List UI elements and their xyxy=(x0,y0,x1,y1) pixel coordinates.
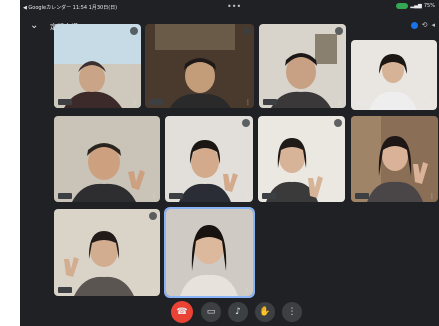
participant-tile-2[interactable]: ⋮ xyxy=(145,24,254,108)
participant-video-9 xyxy=(166,209,253,296)
participant-name-1 xyxy=(58,99,72,105)
participant-name-3 xyxy=(263,99,277,105)
tile-more-icon[interactable]: ⋮ xyxy=(151,194,157,200)
participant-name-6 xyxy=(262,193,276,199)
participant-tile-1[interactable]: ⋮ xyxy=(54,24,141,108)
raise-hand-icon: ✋ xyxy=(259,307,271,317)
mic-off-icon xyxy=(243,27,251,35)
mic-off-icon xyxy=(335,27,343,35)
tile-more-icon[interactable]: ⋮ xyxy=(244,194,250,200)
mic-off-icon xyxy=(149,212,157,220)
call-controls: ☎ ▭ ♪ ✋ ⋮ xyxy=(20,298,439,326)
account-avatar[interactable] xyxy=(410,21,418,29)
participant-tile-4[interactable]: ⋮ xyxy=(54,116,160,202)
camera-icon: ▭ xyxy=(206,307,216,317)
tile-more-icon[interactable]: ⋮ xyxy=(337,100,343,106)
participant-tile-3[interactable]: ⋮ xyxy=(259,24,346,108)
participant-tile-5[interactable]: ⋮ xyxy=(165,116,253,202)
participant-name-8 xyxy=(58,287,72,293)
microphone-icon: ♪ xyxy=(235,307,241,317)
mic-off-icon xyxy=(242,119,250,127)
leave-call-button[interactable]: ☎ xyxy=(171,301,193,323)
participant-video-3 xyxy=(259,24,346,108)
meet-window: ◀ Googleカレンダー 11:54 1月30日(日) ••• ▂▄▆ 75%… xyxy=(20,0,439,326)
mic-off-icon xyxy=(130,27,138,35)
mic-off-icon xyxy=(334,119,342,127)
status-center-dots: ••• xyxy=(227,2,242,11)
participant-name-5 xyxy=(169,193,183,199)
tile-more-icon[interactable]: ⋮ xyxy=(245,100,251,106)
participant-tile-8[interactable]: ⋮ xyxy=(54,209,160,296)
tile-more-icon[interactable]: ⋮ xyxy=(132,100,138,106)
tile-more-icon[interactable]: ⋮ xyxy=(336,194,342,200)
more-options-button[interactable]: ⋮ xyxy=(282,302,302,322)
more-vert-icon: ⋮ xyxy=(287,307,297,317)
participant-name-4 xyxy=(58,193,72,199)
participant-video-7 xyxy=(351,116,438,202)
signal-icon: ▂▄▆ xyxy=(410,3,422,9)
microphone-toggle-button[interactable]: ♪ xyxy=(228,302,248,322)
self-tile[interactable]: あなた ✦ xyxy=(351,40,437,110)
participant-tile-7[interactable]: ⋮ xyxy=(351,116,438,202)
audio-output-icon[interactable]: ◂ xyxy=(431,21,435,29)
participant-video-5 xyxy=(165,116,253,202)
raise-hand-button[interactable]: ✋ xyxy=(255,302,275,322)
battery-charging-icon xyxy=(396,3,409,9)
camera-switch-icon[interactable]: ⟲ xyxy=(422,21,428,29)
self-name-label: あなた xyxy=(356,100,375,107)
participant-name-7 xyxy=(355,193,369,199)
tile-more-icon[interactable]: ⋮ xyxy=(151,288,157,294)
participant-video-8 xyxy=(54,209,160,296)
battery-percent: 75% xyxy=(423,3,435,9)
participant-video-1 xyxy=(54,24,141,108)
tile-more-icon[interactable]: ⋮ xyxy=(244,288,250,294)
participant-video-4 xyxy=(54,116,160,202)
status-bar: ◀ Googleカレンダー 11:54 1月30日(日) ••• ▂▄▆ 75% xyxy=(20,0,439,14)
participant-tile-6[interactable]: ⋮ xyxy=(258,116,345,202)
status-right: ▂▄▆ 75% xyxy=(396,3,435,9)
participant-tile-9-speaking[interactable]: ⋮ xyxy=(166,209,253,296)
participant-video-2 xyxy=(145,24,254,108)
participant-video-6 xyxy=(258,116,345,202)
chevron-down-icon[interactable]: ⌄ xyxy=(30,20,38,31)
camera-toggle-button[interactable]: ▭ xyxy=(201,302,221,322)
effects-sparkle-icon[interactable]: ✦ xyxy=(428,101,433,108)
tile-more-icon[interactable]: ⋮ xyxy=(429,194,435,200)
header-actions: ⟲ ◂ xyxy=(410,21,435,29)
participant-name-2 xyxy=(149,99,163,105)
status-left-text: ◀ Googleカレンダー 11:54 1月30日(日) xyxy=(23,5,118,11)
phone-hangup-icon: ☎ xyxy=(176,307,188,317)
